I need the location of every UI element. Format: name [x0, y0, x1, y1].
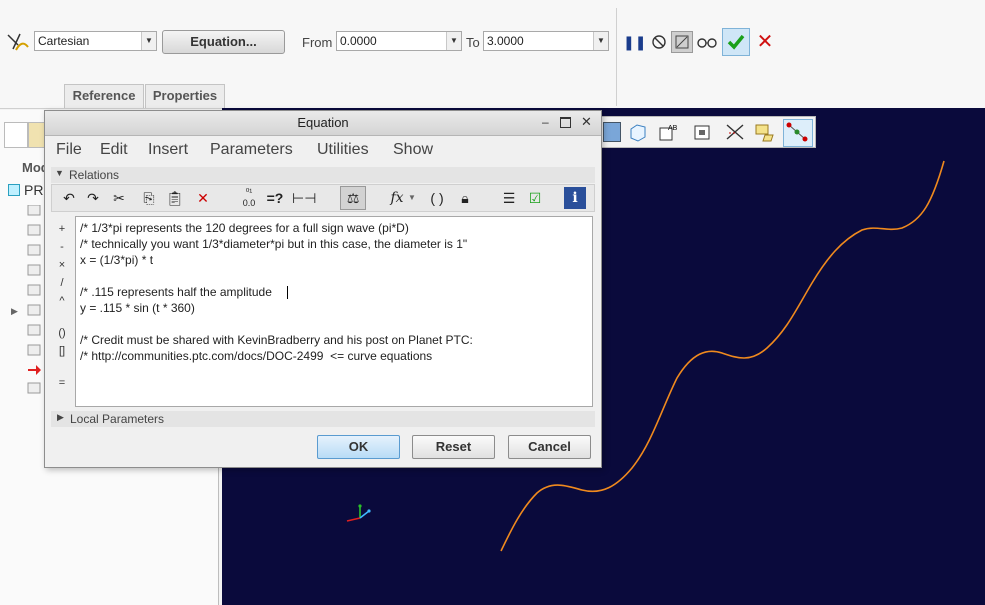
- expand-arrow-icon: ▶: [57, 412, 64, 422]
- check-list-icon[interactable]: ☑: [524, 187, 546, 209]
- local-parameters-label: Local Parameters: [70, 412, 165, 426]
- relations-editor[interactable]: /* 1/3*pi represents the 120 degrees for…: [75, 216, 593, 407]
- expand-arrow-icon[interactable]: ▶: [11, 306, 18, 317]
- coord-system-value: Cartesian: [38, 34, 90, 48]
- code-line: /* .115 represents half the amplitude: [80, 285, 272, 299]
- delete-icon[interactable]: ✕: [192, 187, 214, 209]
- dialog-title-bar[interactable]: Equation: [45, 111, 601, 136]
- tree-feature-icons: [26, 204, 42, 395]
- saved-views-icon[interactable]: AB: [657, 121, 681, 143]
- code-line: /* 1/3*pi represents the 120 degrees for…: [80, 221, 409, 235]
- dash-separator: [616, 8, 617, 106]
- menu-edit[interactable]: Edit: [100, 141, 128, 159]
- reset-button[interactable]: Reset: [412, 435, 495, 459]
- code-line: /* Credit must be shared with KevinBradb…: [80, 333, 473, 347]
- equation-dialog: Equation – ✕ File Edit Insert Parameters…: [44, 110, 602, 468]
- tree-tab-icon[interactable]: [4, 122, 28, 148]
- collapse-arrow-icon: ▼: [55, 168, 64, 178]
- datum-planes-icon[interactable]: [753, 121, 777, 143]
- glasses-icon[interactable]: [696, 31, 718, 53]
- op-brackets-button[interactable]: []: [53, 345, 71, 361]
- local-parameters-header[interactable]: ▶ Local Parameters: [51, 411, 595, 427]
- close-icon[interactable]: ✕: [754, 31, 776, 53]
- check-icon[interactable]: [722, 28, 750, 56]
- op-power-button[interactable]: ^: [53, 295, 71, 311]
- code-line: x = (1/3*pi) * t: [80, 253, 154, 267]
- coordinate-triad-icon: [346, 504, 371, 522]
- brackets-icon[interactable]: ( ): [426, 187, 448, 209]
- undo-icon[interactable]: ↶: [58, 187, 80, 209]
- relations-toolbar: ↶ ↷ ✂ ⎘ 📋︎ ✕ ⁰¹ 0.0 =? ⊢⊣ ⚖ fx ▼ ( ) 🔒︎ ☰…: [51, 184, 595, 212]
- op-equals-button[interactable]: =: [53, 377, 71, 393]
- from-value-field[interactable]: 0.0000 ▼: [336, 31, 462, 51]
- no-preview-icon[interactable]: [648, 31, 670, 53]
- cut-icon[interactable]: ✂: [108, 187, 130, 209]
- svg-text:AB: AB: [668, 125, 678, 132]
- from-value: 0.0000: [340, 34, 377, 48]
- to-label: To: [466, 35, 480, 50]
- pause-icon[interactable]: ❚❚: [623, 31, 646, 53]
- text-caret: [287, 286, 288, 299]
- redo-icon[interactable]: ↷: [82, 187, 104, 209]
- copy-icon[interactable]: ⎘: [138, 187, 160, 209]
- chevron-down-icon[interactable]: ▼: [593, 32, 608, 50]
- ok-button[interactable]: OK: [317, 435, 400, 459]
- tab-reference[interactable]: Reference: [64, 84, 144, 108]
- dimension-icon[interactable]: ⊢⊣: [292, 187, 316, 209]
- show-values-icon[interactable]: ☰: [498, 187, 520, 209]
- menu-show[interactable]: Show: [393, 141, 433, 159]
- from-label: From: [302, 35, 333, 50]
- datum-axes-icon[interactable]: [723, 121, 747, 143]
- refit-icon[interactable]: [603, 122, 621, 142]
- op-parens-button[interactable]: (): [53, 327, 71, 343]
- relations-label: Relations: [69, 168, 120, 182]
- minimize-icon[interactable]: –: [542, 115, 549, 129]
- chevron-down-icon[interactable]: ▼: [446, 32, 461, 50]
- code-line: /* technically you want 1/3*diameter*pi …: [80, 237, 468, 251]
- sort-icon[interactable]: ⁰¹ 0.0: [238, 187, 260, 209]
- dialog-title: Equation: [297, 115, 349, 130]
- maximize-icon[interactable]: [560, 117, 571, 128]
- view-toolbar: AB: [600, 116, 816, 148]
- op-divide-button[interactable]: /: [53, 277, 71, 293]
- verify-icon[interactable]: [671, 31, 693, 53]
- parameter-lock-icon[interactable]: 🔒︎: [454, 187, 476, 209]
- function-dropdown-icon[interactable]: ▼: [406, 187, 418, 209]
- tree-root-label[interactable]: PR: [24, 182, 43, 198]
- relations-header[interactable]: ▼ Relations: [51, 167, 595, 183]
- menu-insert[interactable]: Insert: [148, 141, 188, 159]
- equation-button[interactable]: Equation...: [162, 30, 285, 54]
- menu-utilities[interactable]: Utilities: [317, 141, 369, 159]
- chevron-down-icon[interactable]: ▼: [141, 32, 156, 50]
- to-value-field[interactable]: 3.0000 ▼: [483, 31, 609, 51]
- display-style-icon[interactable]: [627, 121, 649, 143]
- menu-file[interactable]: File: [56, 141, 82, 159]
- op-multiply-button[interactable]: ×: [53, 259, 71, 275]
- paste-icon[interactable]: 📋︎: [164, 187, 186, 209]
- to-value: 3.0000: [487, 34, 524, 48]
- curve-type-icon[interactable]: [6, 31, 30, 53]
- tab-properties[interactable]: Properties: [145, 84, 225, 108]
- cancel-button[interactable]: Cancel: [508, 435, 591, 459]
- coord-system-select[interactable]: Cartesian ▼: [34, 31, 157, 51]
- op-plus-button[interactable]: +: [53, 223, 71, 239]
- datum-points-icon[interactable]: [783, 119, 813, 147]
- units-icon[interactable]: ⚖: [340, 186, 366, 210]
- code-line: /* http://communities.ptc.com/docs/DOC-2…: [80, 349, 433, 363]
- dialog-close-icon[interactable]: ✕: [581, 114, 592, 130]
- op-minus-button[interactable]: -: [53, 241, 71, 257]
- code-line: y = .115 * sin (t * 360): [80, 301, 195, 315]
- info-icon[interactable]: i: [564, 187, 586, 209]
- view-manager-icon[interactable]: [691, 121, 713, 143]
- function-icon[interactable]: fx: [386, 187, 408, 209]
- verify-relations-icon[interactable]: =?: [264, 187, 286, 209]
- menu-parameters[interactable]: Parameters: [210, 141, 293, 159]
- part-icon: [8, 184, 20, 196]
- curve-dashboard: Cartesian ▼ Equation... From 0.0000 ▼ To…: [0, 0, 985, 109]
